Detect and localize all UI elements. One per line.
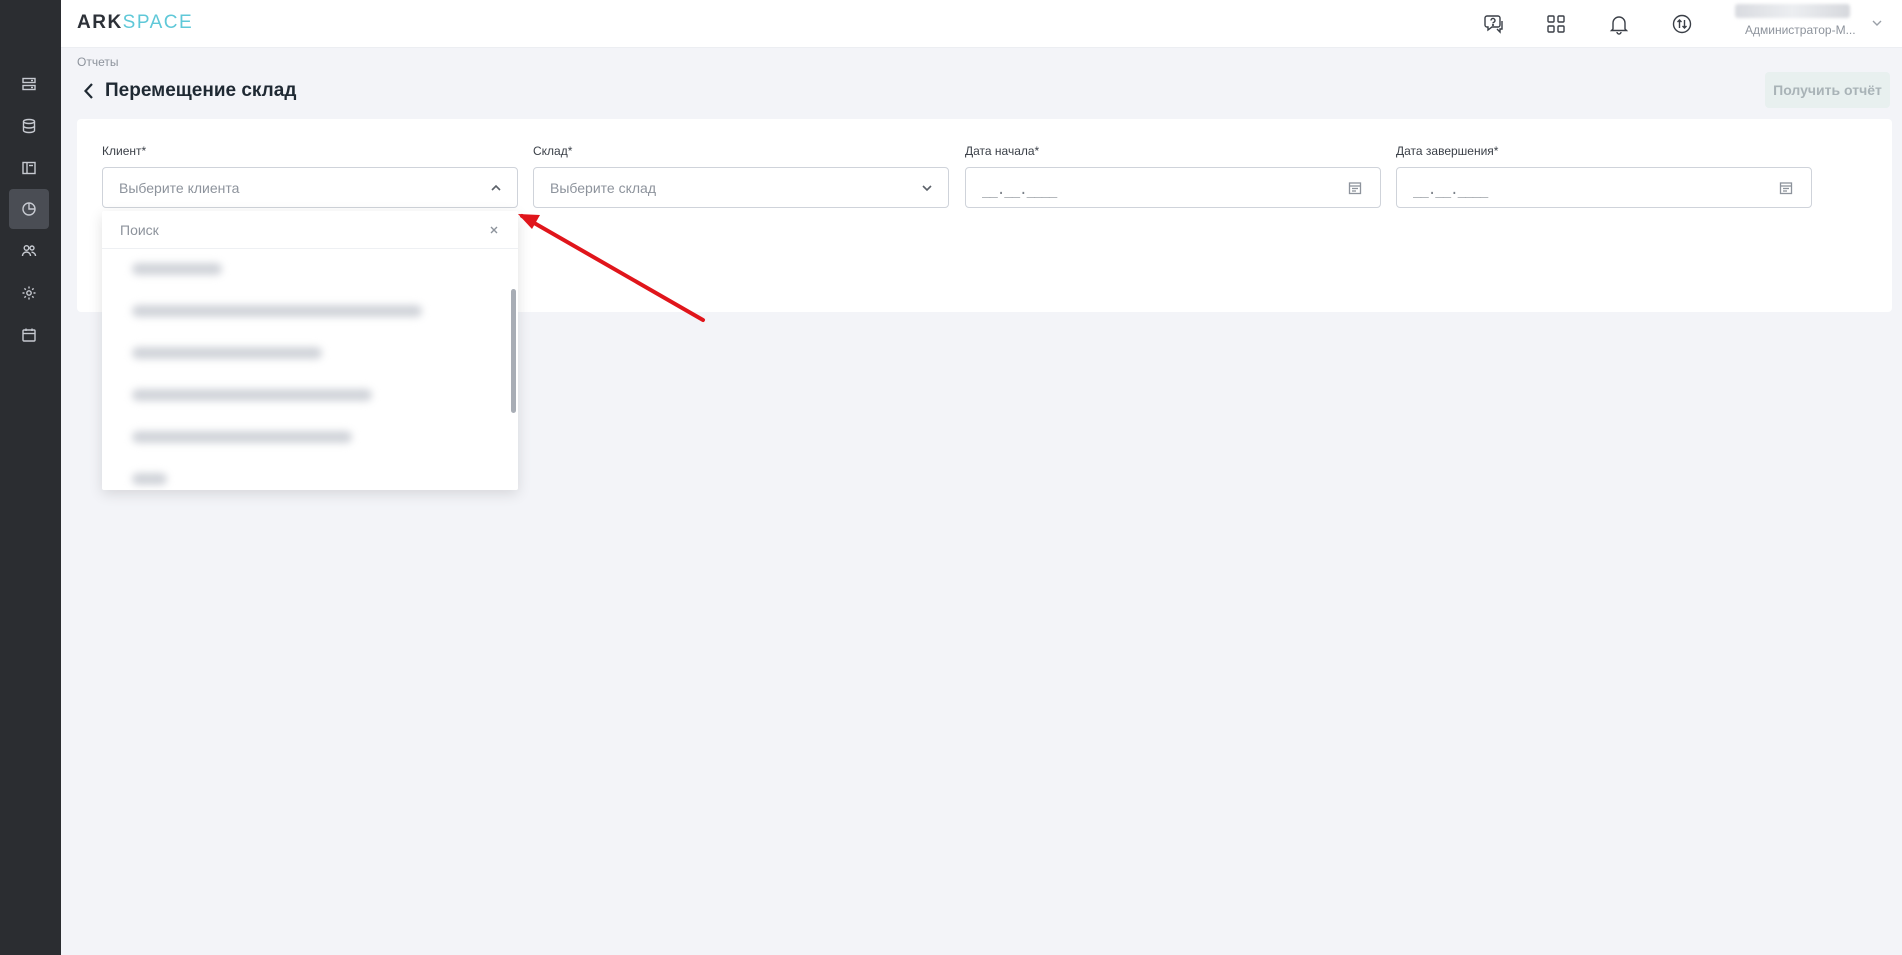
client-label: Клиент* bbox=[102, 144, 147, 158]
warehouse-select[interactable]: Выберите склад bbox=[533, 167, 949, 208]
chevron-left-icon bbox=[83, 83, 93, 99]
start-date-input[interactable]: __.__.____ bbox=[965, 167, 1381, 208]
topbar: ARKSPACE Администратор-М... bbox=[61, 0, 1902, 48]
breadcrumb[interactable]: Отчеты bbox=[77, 55, 118, 69]
servers-icon bbox=[22, 77, 36, 91]
sidebar-item-servers[interactable] bbox=[9, 64, 49, 104]
chevron-down-icon bbox=[1872, 20, 1882, 26]
exchange-button[interactable] bbox=[1668, 10, 1696, 38]
start-date-label: Дата начала* bbox=[965, 144, 1040, 158]
sidebar-item-reports[interactable] bbox=[9, 189, 49, 229]
app-logo[interactable]: ARKSPACE bbox=[77, 12, 193, 34]
client-search-placeholder: Поиск bbox=[120, 222, 159, 238]
sidebar bbox=[0, 0, 61, 955]
page-title: Перемещение склад bbox=[105, 80, 297, 101]
logo-ark: ARK bbox=[77, 12, 123, 33]
client-option[interactable] bbox=[102, 249, 510, 291]
redacted-option-text bbox=[132, 263, 222, 275]
user-menu[interactable]: Администратор-М... bbox=[1725, 2, 1875, 42]
get-report-button[interactable]: Получить отчёт bbox=[1765, 72, 1890, 108]
users-icon bbox=[21, 245, 37, 257]
sidebar-item-users[interactable] bbox=[9, 231, 49, 271]
client-option[interactable] bbox=[102, 291, 510, 333]
database-icon bbox=[22, 118, 36, 134]
redacted-option-text bbox=[132, 389, 372, 401]
apps-grid-button[interactable] bbox=[1542, 10, 1570, 38]
close-icon bbox=[490, 226, 498, 234]
redacted-option-text bbox=[132, 347, 322, 359]
redacted-option-text bbox=[132, 305, 422, 317]
start-date-mask: __.__.____ bbox=[982, 182, 1057, 198]
reports-icon bbox=[22, 202, 36, 216]
calendar-icon[interactable] bbox=[1779, 181, 1793, 195]
redacted-option-text bbox=[132, 431, 352, 443]
clear-search-button[interactable] bbox=[488, 223, 500, 235]
sidebar-item-settings[interactable] bbox=[9, 273, 49, 313]
client-search-input[interactable]: Поиск bbox=[102, 211, 518, 249]
user-name-redacted bbox=[1735, 4, 1850, 18]
support-chat-icon bbox=[1484, 15, 1503, 34]
chevron-up-icon bbox=[489, 181, 503, 195]
sidebar-item-calendar[interactable] bbox=[9, 315, 49, 355]
exchange-icon bbox=[1672, 14, 1692, 34]
user-role: Администратор-М... bbox=[1745, 23, 1856, 37]
logo-space: SPACE bbox=[122, 12, 194, 33]
settings-icon bbox=[22, 286, 36, 300]
support-chat-button[interactable] bbox=[1480, 10, 1508, 38]
sidebar-item-layout[interactable] bbox=[9, 148, 49, 188]
notifications-button[interactable] bbox=[1605, 10, 1633, 38]
client-dropdown: Поиск bbox=[102, 211, 518, 490]
client-options-list bbox=[102, 249, 518, 490]
sidebar-item-database[interactable] bbox=[9, 106, 49, 146]
user-menu-chevron[interactable] bbox=[1870, 16, 1884, 30]
calendar-icon[interactable] bbox=[1348, 181, 1362, 195]
chevron-down-icon bbox=[920, 181, 934, 195]
end-date-mask: __.__.____ bbox=[1413, 182, 1488, 198]
bell-icon bbox=[1609, 16, 1629, 35]
client-select[interactable]: Выберите клиента bbox=[102, 167, 518, 208]
redacted-option-text bbox=[132, 473, 167, 485]
warehouse-label: Склад* bbox=[533, 144, 573, 158]
end-date-input[interactable]: __.__.____ bbox=[1396, 167, 1812, 208]
layout-icon bbox=[22, 161, 36, 175]
calendar-icon bbox=[22, 328, 36, 342]
client-option[interactable] bbox=[102, 333, 510, 375]
apps-grid-icon bbox=[1547, 15, 1565, 33]
back-button[interactable] bbox=[80, 81, 98, 101]
annotation-arrow bbox=[518, 214, 705, 322]
client-select-placeholder: Выберите клиента bbox=[119, 180, 240, 196]
client-option[interactable] bbox=[102, 417, 510, 459]
end-date-label: Дата завершения* bbox=[1396, 144, 1499, 158]
warehouse-select-placeholder: Выберите склад bbox=[550, 180, 656, 196]
client-option[interactable] bbox=[102, 459, 510, 490]
client-option[interactable] bbox=[102, 375, 510, 417]
